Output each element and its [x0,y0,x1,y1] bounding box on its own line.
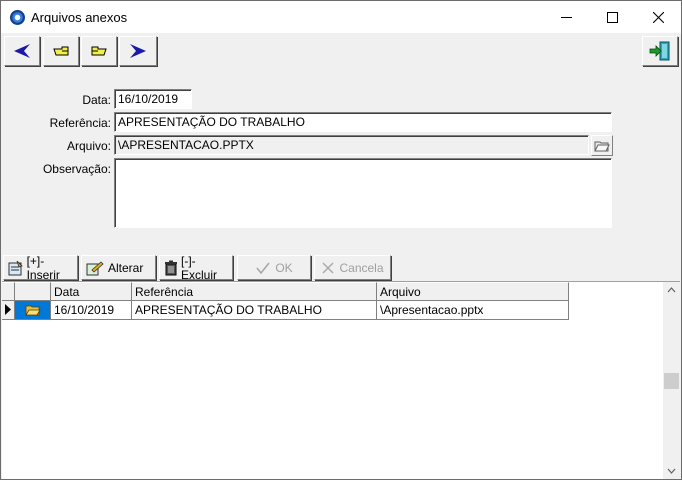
data-field[interactable]: 16/10/2019 [114,89,192,109]
referencia-field[interactable]: APRESENTAÇÃO DO TRABALHO [114,112,612,132]
cancela-button[interactable]: Cancela [314,255,391,280]
referencia-label: Referência: [49,116,111,130]
close-button[interactable] [635,1,681,33]
arquivo-label: Arquivo: [66,139,111,153]
ok-label: OK [275,260,293,275]
ok-button[interactable]: OK [237,255,311,280]
minimize-icon [560,16,572,18]
observacao-label: Observação: [42,162,111,176]
column-header-data[interactable]: Data [51,282,132,301]
alterar-label: Alterar [108,260,144,275]
scrollbar-thumb[interactable] [664,373,679,389]
first-record-icon [14,44,30,58]
indicator-header [2,282,15,301]
arquivo-field[interactable]: \APRESENTACAO.PPTX [114,135,589,155]
trash-icon [165,260,177,275]
column-header-arquivo[interactable]: Arquivo [377,282,569,301]
previous-record-icon [53,46,69,56]
attachments-grid[interactable]: Data Referência Arquivo 16/10/2019 APRES… [2,281,680,479]
close-icon [652,11,664,23]
scroll-up-icon[interactable] [663,282,680,299]
icon-column-header [15,282,51,301]
last-record-button[interactable] [119,36,157,66]
cell-referencia[interactable]: APRESENTAÇÃO DO TRABALHO [132,301,377,320]
column-header-referencia[interactable]: Referência [132,282,377,301]
data-label: Data: [82,93,111,107]
arquivos-anexos-window: Arquivos anexos Data: 16/10/2019 Referên… [0,0,682,480]
last-record-icon [130,44,146,58]
grid-header: Data Referência Arquivo [2,282,569,301]
next-record-icon [91,46,107,56]
insert-record-icon [8,260,23,275]
cancela-label: Cancela [339,260,384,275]
table-row[interactable]: 16/10/2019 APRESENTAÇÃO DO TRABALHO \Apr… [2,301,569,320]
open-folder-icon [24,305,41,316]
maximize-button[interactable] [589,1,635,33]
previous-record-button[interactable] [43,36,79,66]
first-record-button[interactable] [4,36,40,66]
scroll-down-icon[interactable] [663,462,680,479]
title-bar: Arquivos anexos [1,1,681,33]
next-record-button[interactable] [81,36,117,66]
observacao-field[interactable] [114,158,612,228]
inserir-label: [+]-Inserir [26,253,60,282]
cell-arquivo[interactable]: \Apresentacao.pptx [377,301,569,320]
alterar-button[interactable]: Alterar [81,255,156,280]
excluir-label: [-]-Excluir [180,253,217,282]
vertical-scrollbar[interactable] [663,282,680,479]
edit-record-icon [86,260,104,275]
excluir-button[interactable]: [-]-Excluir [159,253,233,282]
maximize-icon [606,11,618,23]
exit-button[interactable] [642,36,678,66]
current-row-arrow-icon [5,304,11,315]
minimize-button[interactable] [543,1,589,33]
app-globe-icon [10,10,25,25]
cancel-x-icon [322,262,334,273]
row-indicator [2,301,15,320]
checkmark-icon [256,262,270,274]
open-folder-icon [594,141,610,151]
cell-data[interactable]: 16/10/2019 [51,301,132,320]
inserir-button[interactable]: [+]-Inserir [3,253,78,282]
window-title: Arquivos anexos [31,10,128,25]
exit-door-icon [649,41,670,61]
open-file-cell[interactable] [15,301,51,320]
browse-file-button[interactable] [591,135,613,156]
